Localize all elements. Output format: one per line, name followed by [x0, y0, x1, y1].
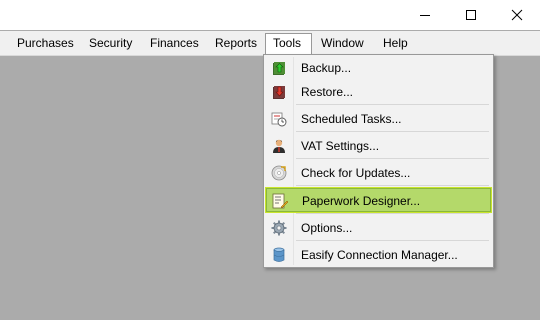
menu-item-label: Easify Connection Manager...	[301, 248, 458, 262]
menu-item-label: VAT Settings...	[301, 139, 380, 153]
menu-item-label: Scheduled Tasks...	[301, 112, 402, 126]
menu-item-restore[interactable]: Restore...	[266, 80, 491, 104]
options-gear-icon	[271, 220, 287, 236]
menu-window[interactable]: Window	[314, 33, 371, 53]
menu-separator	[296, 240, 489, 241]
connection-manager-icon	[273, 247, 285, 262]
menu-security[interactable]: Security	[82, 33, 139, 53]
menu-item-label: Check for Updates...	[301, 166, 411, 180]
paperwork-designer-icon	[272, 193, 288, 209]
menu-item-label: Backup...	[301, 61, 352, 75]
scheduled-tasks-icon	[271, 112, 287, 127]
menu-item-check-updates[interactable]: Check for Updates...	[266, 161, 491, 185]
restore-icon	[273, 86, 285, 99]
tools-dropdown-menu: Backup... Restore... Scheduled Tasks...	[263, 54, 494, 268]
minimize-icon	[420, 15, 430, 16]
minimize-button[interactable]	[402, 0, 448, 30]
backup-icon	[273, 62, 285, 75]
menu-item-vat-settings[interactable]: VAT Settings...	[266, 134, 491, 158]
menu-item-connection-manager[interactable]: Easify Connection Manager...	[266, 243, 491, 267]
menu-item-label: Paperwork Designer...	[302, 194, 421, 208]
menu-item-backup[interactable]: Backup...	[266, 56, 491, 80]
menu-item-paperwork-designer[interactable]: Paperwork Designer...	[265, 187, 492, 213]
close-icon	[511, 9, 523, 21]
menu-item-scheduled-tasks[interactable]: Scheduled Tasks...	[266, 107, 491, 131]
menu-separator	[296, 213, 489, 214]
maximize-icon	[466, 10, 476, 20]
menu-item-label: Options...	[301, 221, 353, 235]
menu-item-label: Restore...	[301, 85, 354, 99]
menu-help[interactable]: Help	[376, 33, 415, 53]
menu-tools[interactable]: Tools	[265, 33, 312, 56]
menu-separator	[296, 104, 489, 105]
menu-separator	[296, 131, 489, 132]
menu-separator	[296, 185, 489, 186]
menu-bar: Purchases Security Finances Reports Tool…	[0, 31, 540, 56]
menu-separator	[296, 158, 489, 159]
title-bar	[0, 0, 540, 30]
menu-item-options[interactable]: Options...	[266, 216, 491, 240]
close-button[interactable]	[494, 0, 540, 30]
menu-purchases[interactable]: Purchases	[10, 33, 81, 53]
maximize-button[interactable]	[448, 0, 494, 30]
menu-reports[interactable]: Reports	[208, 33, 264, 53]
vat-settings-icon	[273, 139, 285, 153]
menu-finances[interactable]: Finances	[143, 33, 206, 53]
check-updates-icon	[271, 165, 287, 181]
